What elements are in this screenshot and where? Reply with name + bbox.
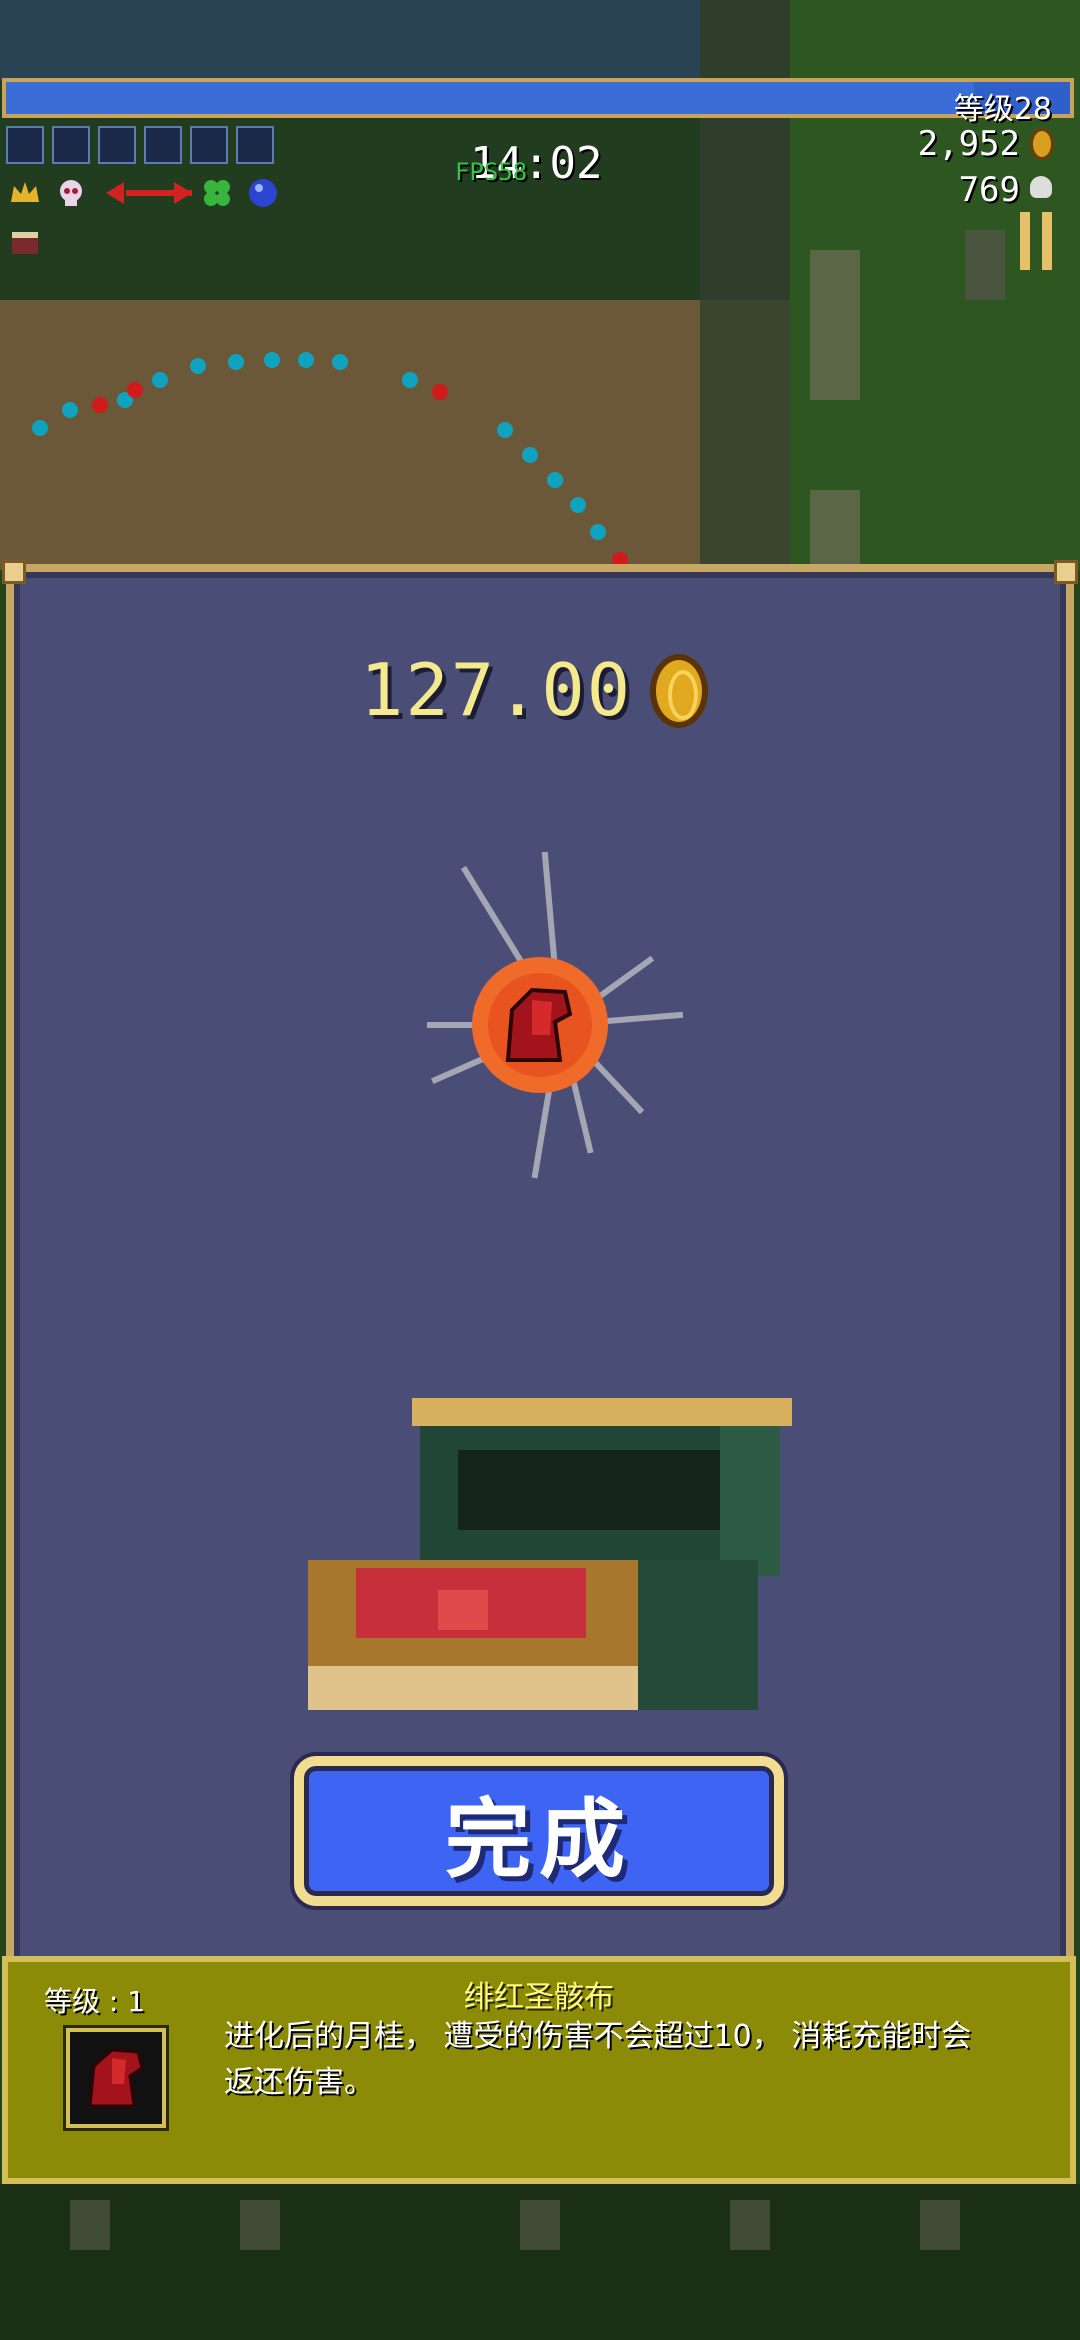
panel-corner bbox=[1054, 560, 1078, 584]
panel-corner bbox=[2, 560, 26, 584]
gold-coin-icon bbox=[1030, 128, 1054, 160]
experience-fill bbox=[6, 82, 975, 114]
fps-counter: FPS58 bbox=[455, 158, 528, 186]
gold-coin-icon bbox=[650, 654, 708, 728]
weapon-slot-3 bbox=[98, 126, 136, 164]
experience-bar: 等级28 bbox=[2, 78, 1074, 127]
red-arrows-icon bbox=[104, 176, 194, 210]
item-icon-frame bbox=[66, 2028, 166, 2128]
item-info-panel: 绯红圣骸布 等级 : 1 进化后的月桂， 遭受的伤害不会超过10， 消耗充能时会… bbox=[2, 1956, 1076, 2184]
skull-passive-icon bbox=[54, 176, 88, 210]
blue-orb-icon bbox=[246, 176, 280, 210]
weapon-slot-1 bbox=[6, 126, 44, 164]
level-label: 等级28 bbox=[953, 92, 1052, 127]
weapon-slot-4 bbox=[144, 126, 182, 164]
treasure-chest bbox=[308, 1390, 798, 1720]
item-description: 进化后的月桂， 遭受的伤害不会超过10， 消耗充能时会返还伤害。 bbox=[224, 2019, 972, 2100]
weapon-slot-2 bbox=[52, 126, 90, 164]
evolved-item-burst bbox=[420, 840, 700, 1180]
clover-icon bbox=[200, 176, 234, 210]
item-level: 等级 : 1 bbox=[44, 1985, 146, 2018]
pause-button[interactable] bbox=[1020, 212, 1056, 270]
kill-count: 769 bbox=[958, 170, 1020, 210]
done-button-label: 完成 bbox=[445, 1789, 633, 1890]
crown-icon bbox=[8, 176, 42, 210]
weapon-slot-5 bbox=[190, 126, 228, 164]
tome-icon bbox=[8, 226, 42, 260]
skull-icon bbox=[1030, 176, 1052, 198]
done-button[interactable]: 完成 bbox=[294, 1756, 784, 1906]
item-name: 绯红圣骸布 bbox=[464, 1980, 614, 2015]
crimson-shroud-burst-icon bbox=[427, 851, 684, 1179]
treasure-chest-icon bbox=[308, 1398, 792, 1710]
gold-count: 2,952 bbox=[917, 124, 1020, 164]
crimson-shroud-icon bbox=[88, 2048, 144, 2108]
weapon-slot-6 bbox=[236, 126, 274, 164]
reward-gold-amount: 127.00 bbox=[360, 648, 633, 732]
